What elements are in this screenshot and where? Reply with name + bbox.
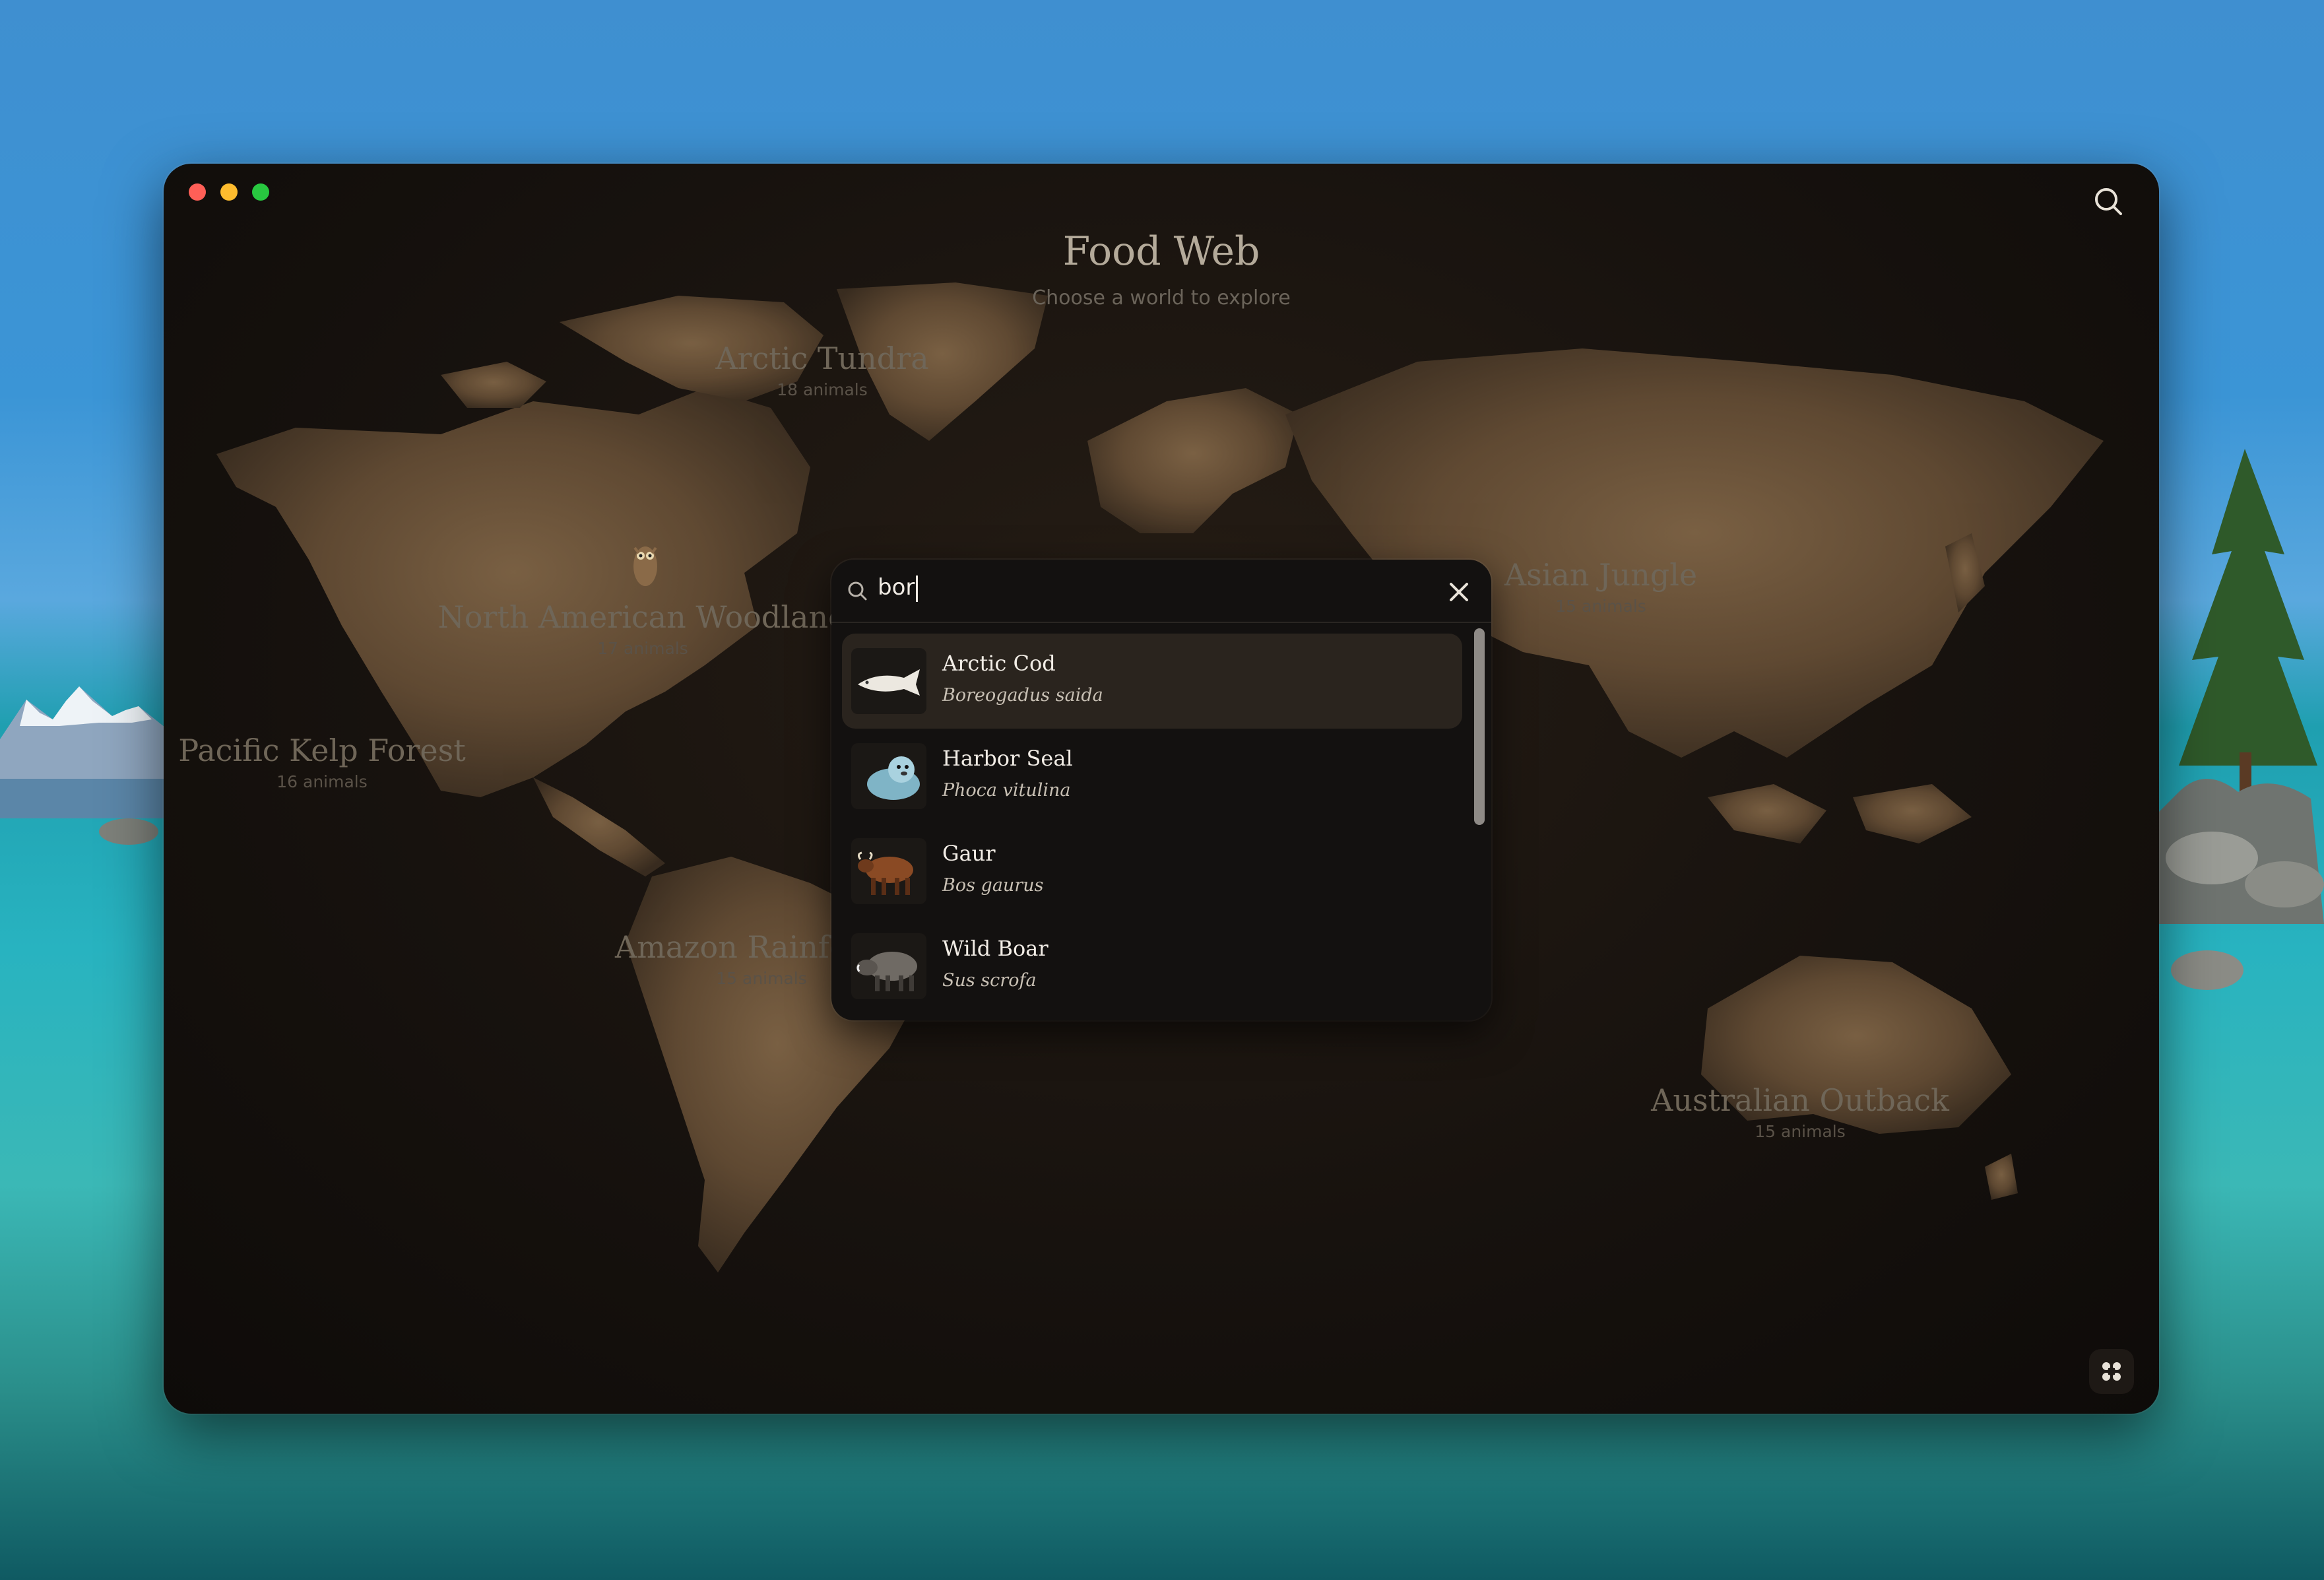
fullscreen-button[interactable] <box>2089 1349 2134 1394</box>
region-name: Arctic Tundra <box>715 341 929 376</box>
search-icon[interactable] <box>2090 183 2126 219</box>
page-title: Food Web <box>1062 228 1260 275</box>
region-name: Pacific Kelp Forest <box>178 733 466 768</box>
search-results-list: Arctic Cod Boreogadus saida Harbor Seal … <box>831 622 1471 1020</box>
search-input[interactable]: bor <box>878 574 919 602</box>
result-latin-name: Sus scrofa <box>942 970 1037 991</box>
seal-icon <box>851 743 926 809</box>
text-caret <box>916 575 919 602</box>
close-window-button[interactable] <box>189 183 206 201</box>
region-name: North American Woodland <box>437 599 848 635</box>
rock-scenery <box>99 818 158 845</box>
region-count: 16 animals <box>276 772 368 791</box>
region-count: 17 animals <box>597 639 688 658</box>
region-name: Australian Outback <box>1651 1082 1949 1118</box>
result-name: Arctic Cod <box>942 651 1056 676</box>
region-pacific-kelp-forest[interactable]: Pacific Kelp Forest 16 animals <box>178 733 465 791</box>
search-icon <box>848 581 867 601</box>
region-count: 15 animals <box>1555 597 1646 616</box>
region-north-american-woodland[interactable]: North American Woodland 17 animals <box>437 599 847 658</box>
rock-scenery <box>2171 950 2243 990</box>
region-name: Asian Jungle <box>1504 557 1698 593</box>
result-latin-name: Boreogadus saida <box>942 685 1103 706</box>
results-scrollbar[interactable] <box>1474 628 1485 1015</box>
close-icon[interactable] <box>1446 579 1471 605</box>
search-result-item[interactable]: Arctic Cod Boreogadus saida <box>842 634 1462 729</box>
region-arctic-tundra[interactable]: Arctic Tundra 18 animals <box>715 341 928 399</box>
result-name: Gaur <box>942 841 996 866</box>
region-count: 15 animals <box>1755 1122 1846 1141</box>
result-name: Harbor Seal <box>942 746 1073 771</box>
pine-trees-scenery <box>2152 449 2324 924</box>
boar-icon <box>851 933 926 999</box>
search-result-item[interactable]: Harbor Seal Phoca vitulina <box>842 729 1462 824</box>
result-latin-name: Bos gaurus <box>942 875 1044 896</box>
region-australian-outback[interactable]: Australian Outback 15 animals <box>1651 1082 1949 1141</box>
gaur-icon <box>851 838 926 904</box>
app-window: Food Web Choose a world to explore Arcti… <box>164 164 2159 1414</box>
page-subtitle: Choose a world to explore <box>1032 286 1291 310</box>
window-controls <box>189 183 269 201</box>
fish-icon <box>851 648 926 714</box>
owl-icon[interactable] <box>626 533 665 593</box>
search-result-item[interactable]: Gaur Bos gaurus <box>842 824 1462 919</box>
region-count: 18 animals <box>777 380 868 399</box>
zoom-window-button[interactable] <box>252 183 269 201</box>
search-bar: bor <box>831 560 1491 623</box>
result-name: Wild Boar <box>942 936 1049 961</box>
minimize-window-button[interactable] <box>220 183 238 201</box>
result-latin-name: Phoca vitulina <box>942 780 1071 801</box>
scrollbar-thumb[interactable] <box>1474 628 1485 825</box>
region-asian-jungle[interactable]: Asian Jungle 15 animals <box>1504 557 1697 616</box>
search-popup: bor Arctic Cod Boreogadus saida Harbor S… <box>831 560 1491 1020</box>
expand-icon <box>2102 1362 2121 1381</box>
search-result-item[interactable]: Wild Boar Sus scrofa <box>842 919 1462 1014</box>
